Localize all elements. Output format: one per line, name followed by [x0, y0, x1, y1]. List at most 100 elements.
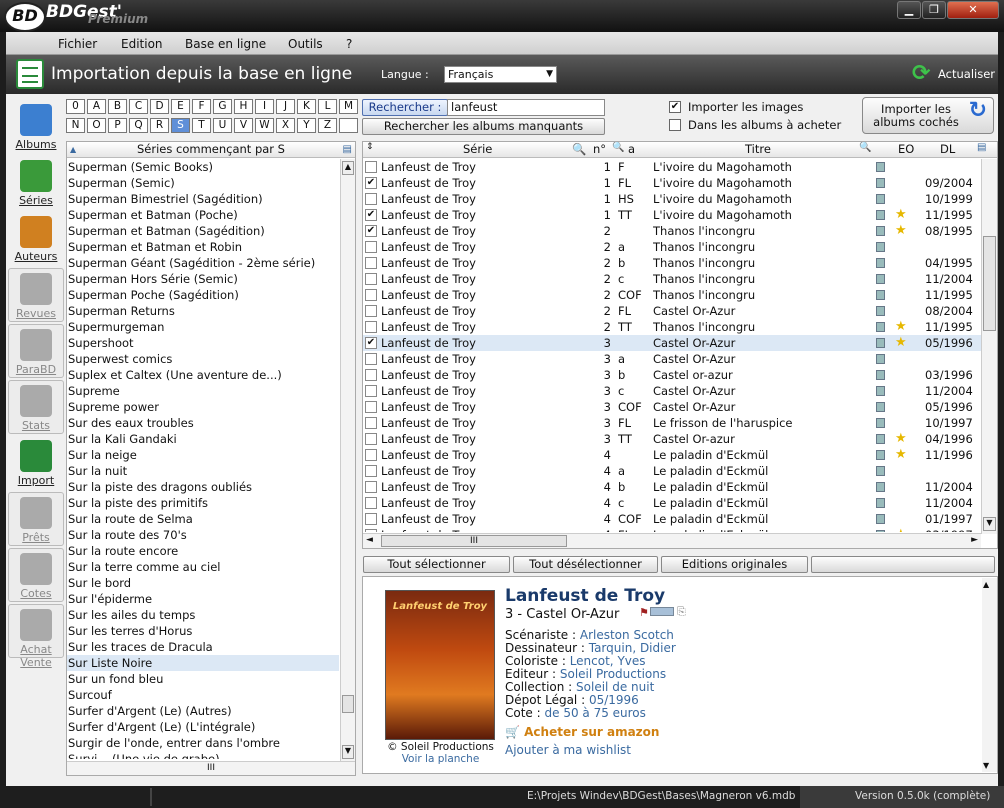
row-checkbox[interactable]	[365, 193, 377, 205]
list-item[interactable]: Supreme power	[67, 399, 339, 415]
deselect-all-button[interactable]: Tout désélectionner	[513, 556, 658, 573]
letter-button-Y[interactable]: Y	[297, 118, 316, 133]
list-item[interactable]: Superman et Batman (Poche)	[67, 207, 339, 223]
letter-button-V[interactable]: V	[234, 118, 253, 133]
empty-action-button[interactable]	[811, 556, 995, 573]
edition-icon[interactable]	[876, 530, 885, 532]
list-item[interactable]: Sur la route des 70's	[67, 527, 339, 543]
row-checkbox[interactable]	[365, 369, 377, 381]
letter-button-X[interactable]: X	[276, 118, 295, 133]
wishlist-checkbox[interactable]	[669, 119, 681, 131]
table-row[interactable]: Lanfeust de Troy 3 COF Castel Or-Azur 05/199…	[363, 399, 981, 415]
row-checkbox[interactable]	[365, 273, 377, 285]
refresh-icon[interactable]: ⟳	[912, 61, 930, 86]
import-images-checkbox[interactable]: ✔	[669, 101, 681, 113]
select-all-button[interactable]: Tout sélectionner	[363, 556, 510, 573]
list-item[interactable]: Sur la terre comme au ciel	[67, 559, 339, 575]
col-eo[interactable]: EO	[898, 142, 914, 156]
table-row[interactable]: Lanfeust de Troy 4 COF Le paladin d'Eckmül 0…	[363, 511, 981, 527]
row-checkbox[interactable]	[365, 529, 377, 532]
list-item[interactable]: Sur la Kali Gandaki	[67, 431, 339, 447]
letter-button-W[interactable]: W	[255, 118, 274, 133]
edition-icon[interactable]	[876, 210, 885, 220]
search-input[interactable]: lanfeust	[447, 99, 605, 116]
albums-scroll-thumb[interactable]	[983, 236, 996, 331]
table-row[interactable]: Lanfeust de Troy 3 b Castel or-azur 03/1996	[363, 367, 981, 383]
letter-button-H[interactable]: H	[234, 99, 253, 114]
list-item[interactable]: Superwest comics	[67, 351, 339, 367]
amazon-link[interactable]: 🛒 Acheter sur amazon	[505, 725, 659, 739]
search-button[interactable]: Rechercher :	[362, 99, 448, 116]
row-checkbox[interactable]	[365, 433, 377, 445]
import-checked-button[interactable]: Importer les albums cochés ↻	[862, 97, 994, 134]
edition-icon[interactable]	[876, 466, 885, 476]
edition-icon[interactable]	[876, 434, 885, 444]
col-a[interactable]: a	[628, 142, 635, 156]
album-cover[interactable]: Lanfeust de Troy	[385, 590, 495, 740]
table-row[interactable]: ✔ Lanfeust de Troy 1 FL L'ivoire du Magohamo…	[363, 175, 981, 191]
list-item[interactable]: Sur la piste des primitifs	[67, 495, 339, 511]
letter-button-R[interactable]: R	[150, 118, 169, 133]
edition-icon[interactable]	[876, 274, 885, 284]
row-checkbox[interactable]	[365, 465, 377, 477]
list-item[interactable]: Sur les ailes du temps	[67, 607, 339, 623]
sidebar-item-import[interactable]: Import	[8, 436, 64, 490]
row-checkbox[interactable]	[365, 321, 377, 333]
edition-icon[interactable]	[876, 450, 885, 460]
row-checkbox[interactable]	[365, 513, 377, 525]
col-serie[interactable]: Série	[463, 142, 503, 156]
series-vscrollbar[interactable]: ▲ ▼	[340, 159, 355, 761]
letter-button-0[interactable]: 0	[66, 99, 85, 114]
letter-button-L[interactable]: L	[318, 99, 337, 114]
list-item[interactable]: Sur la neige	[67, 447, 339, 463]
letter-button-T[interactable]: T	[192, 118, 211, 133]
sidebar-item-authors[interactable]: Auteurs	[8, 212, 64, 266]
row-checkbox[interactable]: ✔	[365, 337, 377, 349]
letter-button-P[interactable]: P	[108, 118, 127, 133]
list-item[interactable]: Superman Géant (Sagédition - 2ème série)	[67, 255, 339, 271]
scroll-left-icon[interactable]: ◄	[366, 534, 373, 547]
edition-icon[interactable]	[876, 498, 885, 508]
field-value[interactable]: Soleil Productions	[560, 667, 666, 681]
row-checkbox[interactable]	[365, 353, 377, 365]
table-row[interactable]: Lanfeust de Troy 2 a Thanos l'incongru	[363, 239, 981, 255]
list-item[interactable]: Survi... (Une vie de grabe)	[67, 751, 339, 759]
table-row[interactable]: Lanfeust de Troy 4 c Le paladin d'Eckmül 11/…	[363, 495, 981, 511]
series-list-header[interactable]: ▲ Séries commençant par S ▤	[67, 142, 355, 158]
list-item[interactable]: Sur la nuit	[67, 463, 339, 479]
sidebar-item-series[interactable]: Séries	[8, 156, 64, 210]
list-item[interactable]: Supreme	[67, 383, 339, 399]
list-item[interactable]: Sur l'épiderme	[67, 591, 339, 607]
row-checkbox[interactable]	[365, 401, 377, 413]
edition-icon[interactable]	[876, 354, 885, 364]
search-num-icon[interactable]: 🔍	[612, 142, 624, 153]
list-item[interactable]: Surfer d'Argent (Le) (Autres)	[67, 703, 339, 719]
table-row[interactable]: Lanfeust de Troy 4 Le paladin d'Eckmül 11/1…	[363, 447, 981, 463]
letter-button-G[interactable]: G	[213, 99, 232, 114]
scroll-up-icon[interactable]: ▲	[342, 161, 354, 175]
scroll-right-icon[interactable]: ►	[971, 534, 978, 547]
row-checkbox[interactable]	[365, 161, 377, 173]
letter-button-Q[interactable]: Q	[129, 118, 148, 133]
search-serie-icon[interactable]: 🔍	[572, 142, 586, 156]
list-item[interactable]: Sur le bord	[67, 575, 339, 591]
letter-button-C[interactable]: C	[129, 99, 148, 114]
list-item[interactable]: Superman (Semic Books)	[67, 159, 339, 175]
letter-button-I[interactable]: I	[255, 99, 274, 114]
list-item[interactable]: Supermurgeman	[67, 319, 339, 335]
list-item[interactable]: Superman Hors Série (Semic)	[67, 271, 339, 287]
edition-icon[interactable]	[876, 258, 885, 268]
columns-icon[interactable]: ▤	[343, 142, 352, 157]
table-row[interactable]: Lanfeust de Troy 3 a Castel Or-Azur	[363, 351, 981, 367]
scroll-down-icon[interactable]: ▼	[983, 761, 989, 770]
table-row[interactable]: Lanfeust de Troy 4 b Le paladin d'Eckmül 11/…	[363, 479, 981, 495]
col-dl[interactable]: DL	[940, 142, 955, 156]
refresh-button[interactable]: Actualiser	[938, 67, 995, 81]
albums-vscrollbar[interactable]: ▼	[981, 159, 997, 534]
table-row[interactable]: Lanfeust de Troy 3 TT Castel Or-azur 04/1996…	[363, 431, 981, 447]
field-value[interactable]: Tarquin, Didier	[589, 641, 676, 655]
list-item[interactable]: Sur les terres d'Horus	[67, 623, 339, 639]
table-row[interactable]: Lanfeust de Troy 2 b Thanos l'incongru 04/19…	[363, 255, 981, 271]
sidebar-item-stats[interactable]: Stats	[8, 380, 64, 434]
row-checkbox[interactable]	[365, 305, 377, 317]
